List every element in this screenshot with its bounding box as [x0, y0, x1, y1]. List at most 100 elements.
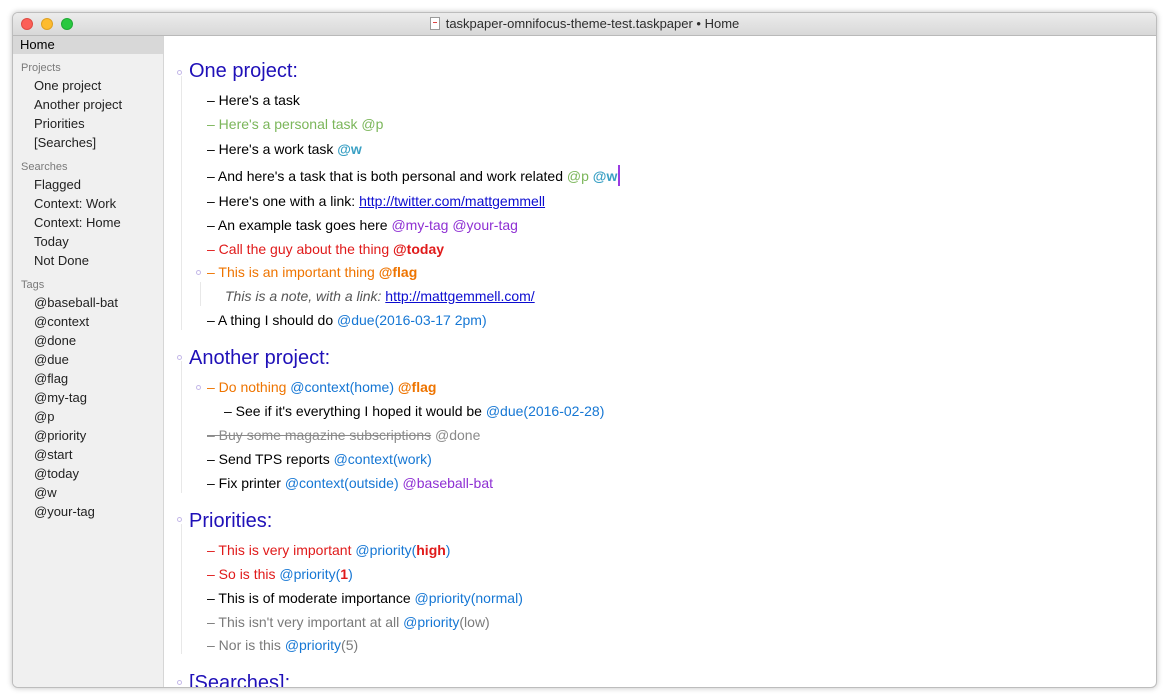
task-row[interactable]: – This is very important @priority(high)	[207, 539, 450, 561]
sidebar-item-project[interactable]: Another project	[13, 95, 163, 114]
task-link[interactable]: http://twitter.com/mattgemmell	[359, 193, 545, 209]
task-row[interactable]: – This is of moderate importance @priori…	[207, 587, 523, 609]
editor[interactable]: One project: – Here's a task – Here's a …	[164, 36, 1156, 687]
task-row[interactable]: – See if it's everything I hoped it woul…	[224, 400, 604, 422]
task-row[interactable]: – This is an important thing @flag	[207, 261, 417, 283]
task-row[interactable]: – Here's a personal task @p	[207, 113, 383, 135]
tag[interactable]: @context(work)	[334, 451, 432, 467]
task-row[interactable]: – Fix printer @context(outside) @basebal…	[207, 472, 493, 494]
fold-handle-icon[interactable]	[196, 385, 201, 390]
task-text: – Buy some magazine subscriptions	[207, 427, 432, 443]
task-row[interactable]: – Here's one with a link: http://twitter…	[207, 190, 545, 212]
tag[interactable]: @w	[337, 141, 362, 157]
task-row[interactable]: – So is this @priority(1)	[207, 563, 353, 585]
tag[interactable]: @p	[361, 116, 383, 132]
sidebar-item-search[interactable]: Not Done	[13, 251, 163, 270]
task-row[interactable]: – A thing I should do @due(2016-03-17 2p…	[207, 309, 487, 331]
tag-close: )	[445, 542, 451, 558]
task-row[interactable]: – Nor is this @priority(5)	[207, 634, 358, 656]
task-row[interactable]: – Here's a task	[207, 89, 300, 111]
tag[interactable]: @context(home)	[290, 379, 394, 395]
sidebar-item-project[interactable]: Priorities	[13, 114, 163, 133]
tags-header: Tags	[21, 279, 45, 291]
task-text: – This is of moderate importance	[207, 590, 415, 606]
task-text: – A thing I should do	[207, 312, 337, 328]
sidebar-item-tag[interactable]: @start	[13, 445, 163, 464]
task-text: – Nor is this	[207, 637, 285, 653]
fold-handle-icon[interactable]	[177, 355, 182, 360]
sidebar-item-tag[interactable]: @p	[13, 407, 163, 426]
tag[interactable]: @due(2016-02-28)	[486, 403, 605, 419]
task-row[interactable]: – Do nothing @context(home) @flag	[207, 376, 436, 398]
tag[interactable]: @due(2016-03-17 2pm)	[337, 312, 487, 328]
tag-value: (low)	[459, 614, 490, 630]
tag[interactable]: @priority(	[355, 542, 416, 558]
sidebar-item-tag[interactable]: @my-tag	[13, 388, 163, 407]
fold-handle-icon[interactable]	[196, 270, 201, 275]
tag[interactable]: @context(outside)	[285, 475, 399, 491]
window-title: taskpaper-omnifocus-theme-test.taskpaper…	[13, 13, 1156, 35]
sidebar-item-search[interactable]: Today	[13, 232, 163, 251]
task-text: – Do nothing	[207, 379, 291, 395]
project-title[interactable]: One project:	[189, 58, 298, 84]
tag[interactable]: @priority(normal)	[415, 590, 523, 606]
tag[interactable]: @priority	[403, 614, 459, 630]
tag[interactable]: @priority(	[279, 566, 340, 582]
sidebar-item-tag[interactable]: @flag	[13, 369, 163, 388]
tag[interactable]: @baseball-bat	[403, 475, 494, 491]
sidebar-item-search[interactable]: Context: Home	[13, 213, 163, 232]
fold-handle-icon[interactable]	[177, 517, 182, 522]
tag[interactable]: @flag	[379, 264, 418, 280]
outline-guide	[181, 524, 182, 654]
tag[interactable]: @today	[393, 241, 444, 257]
tag[interactable]: @w	[593, 168, 618, 184]
tag[interactable]: @done	[435, 427, 480, 443]
text-cursor	[618, 165, 621, 186]
tag[interactable]: @your-tag	[452, 217, 518, 233]
task-text: – Send TPS reports	[207, 451, 334, 467]
task-text: – Fix printer	[207, 475, 285, 491]
task-row[interactable]: – Call the guy about the thing @today	[207, 238, 444, 260]
sidebar-item-search[interactable]: Context: Work	[13, 194, 163, 213]
tag[interactable]: @p	[567, 168, 589, 184]
sidebar-item-tag[interactable]: @your-tag	[13, 502, 163, 521]
task-row[interactable]: – And here's a task that is both persona…	[207, 165, 621, 187]
note-link[interactable]: http://mattgemmell.com/	[385, 288, 534, 304]
sidebar-item-tag[interactable]: @today	[13, 464, 163, 483]
project-title[interactable]: [Searches]:	[189, 670, 290, 687]
project-title[interactable]: Priorities:	[189, 508, 272, 534]
task-row[interactable]: – This isn't very important at all @prio…	[207, 611, 490, 633]
tag-value: (5)	[341, 637, 359, 653]
sidebar-item-tag[interactable]: @priority	[13, 426, 163, 445]
tag-close: )	[348, 566, 353, 582]
sidebar-item-tag[interactable]: @baseball-bat	[13, 293, 163, 312]
task-row[interactable]: – Buy some magazine subscriptions @done	[207, 424, 480, 446]
sidebar-item-search[interactable]: Flagged	[13, 175, 163, 194]
fold-handle-icon[interactable]	[177, 680, 182, 685]
task-row[interactable]: – Here's a work task @w	[207, 138, 362, 160]
task-text: – This is an important thing	[207, 264, 379, 280]
tag[interactable]: @my-tag	[391, 217, 448, 233]
sidebar-item-tag[interactable]: @done	[13, 331, 163, 350]
task-row[interactable]: – Send TPS reports @context(work)	[207, 448, 432, 470]
task-text: – And here's a task that is both persona…	[207, 168, 567, 184]
app-window: taskpaper-omnifocus-theme-test.taskpaper…	[12, 12, 1157, 688]
note-text: This is a note, with a link:	[225, 288, 386, 304]
task-text: – Here's a task	[207, 92, 300, 108]
sidebar-item-tag[interactable]: @w	[13, 483, 163, 502]
sidebar-item-project[interactable]: [Searches]	[13, 133, 163, 152]
sidebar-item-home[interactable]: Home	[13, 36, 163, 54]
task-text: – Here's a work task	[207, 141, 338, 157]
note-row[interactable]: This is a note, with a link: http://matt…	[225, 285, 535, 307]
tag[interactable]: @flag	[398, 379, 437, 395]
fold-handle-icon[interactable]	[177, 70, 182, 75]
sidebar-item-tag[interactable]: @context	[13, 312, 163, 331]
tag-value: 1	[340, 566, 349, 582]
task-text: – This isn't very important at all	[207, 614, 404, 630]
title-bar: taskpaper-omnifocus-theme-test.taskpaper…	[13, 13, 1156, 36]
tag[interactable]: @priority	[285, 637, 341, 653]
sidebar-item-tag[interactable]: @due	[13, 350, 163, 369]
task-row[interactable]: – An example task goes here @my-tag @you…	[207, 214, 518, 236]
sidebar-item-project[interactable]: One project	[13, 76, 163, 95]
project-title[interactable]: Another project:	[189, 345, 330, 371]
